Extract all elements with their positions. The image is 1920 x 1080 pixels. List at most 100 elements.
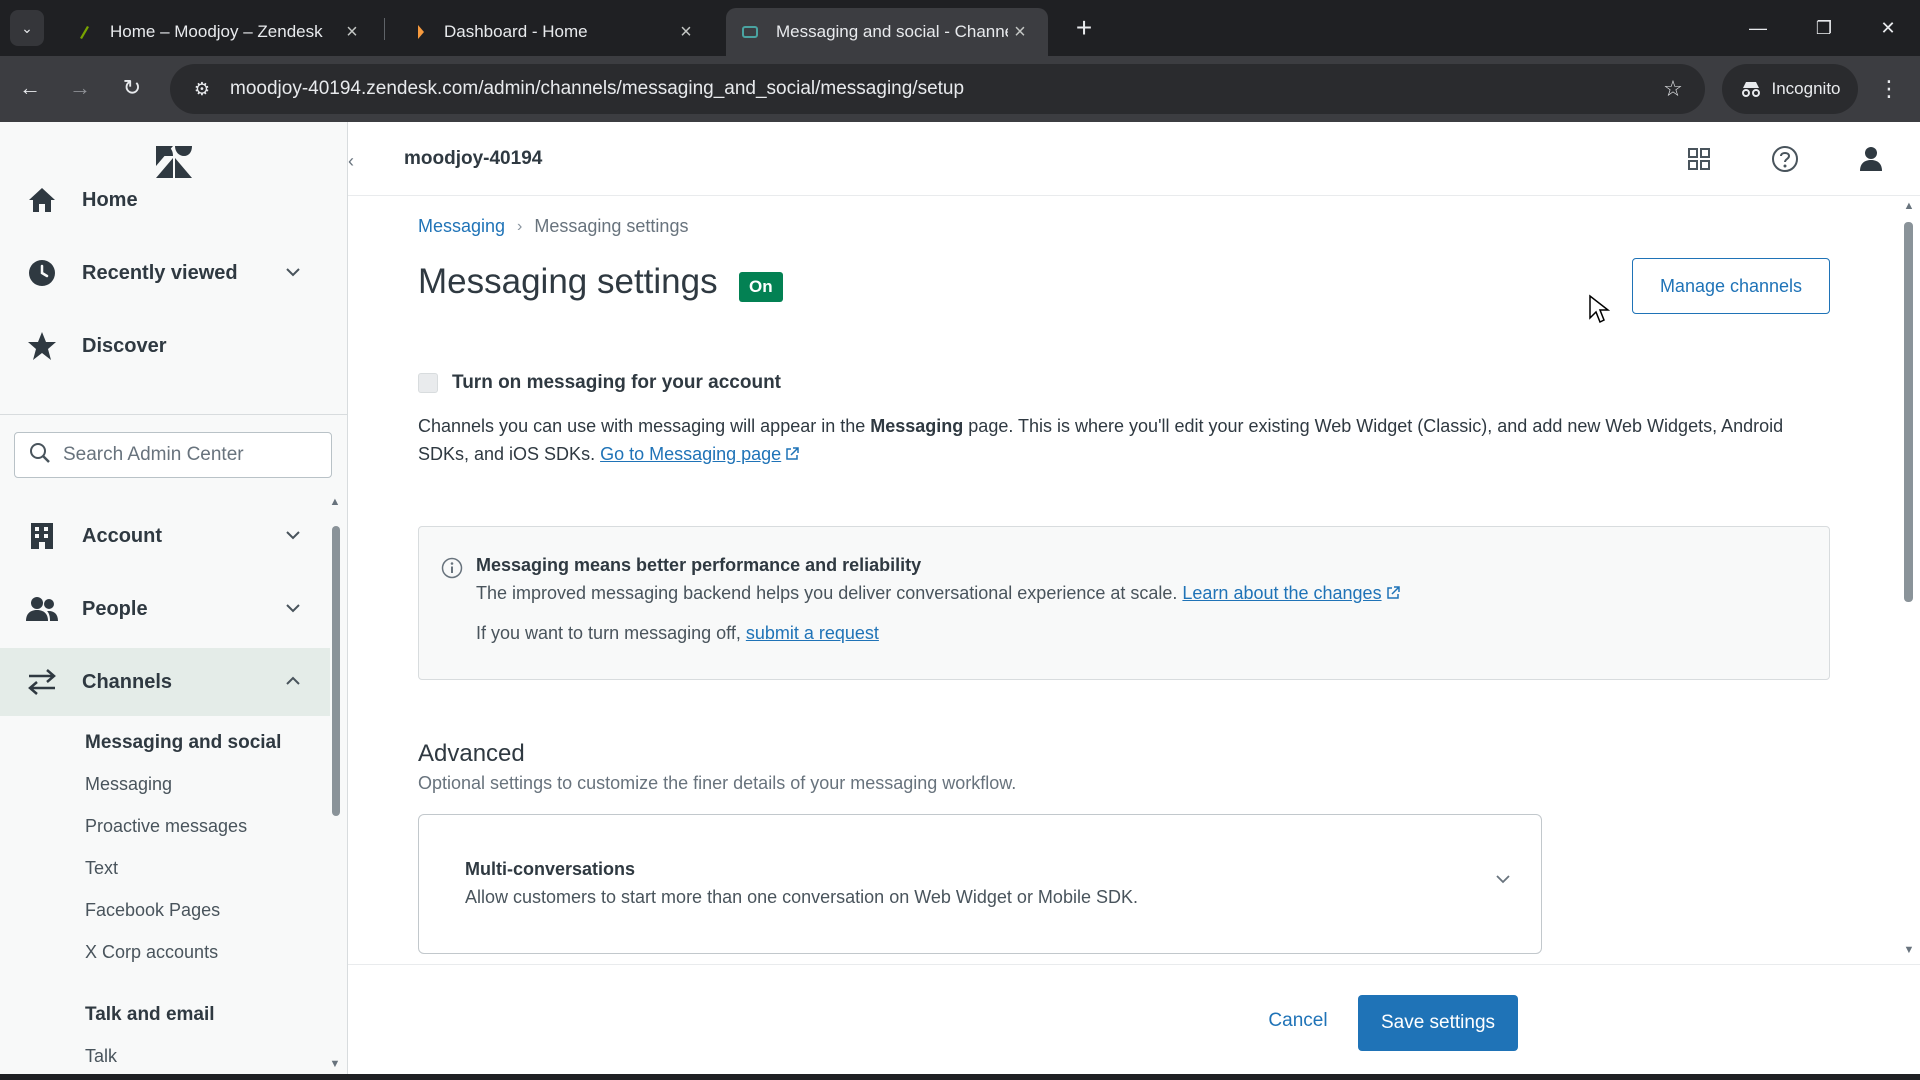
site-settings-icon[interactable]: ⚙ — [182, 79, 222, 100]
nav-label: Recently viewed — [82, 261, 238, 284]
sidebar-item-text[interactable]: Text — [85, 858, 118, 879]
forward-button[interactable]: → — [62, 70, 98, 106]
info-notice: Messaging means better performance and r… — [418, 526, 1830, 680]
account-subdomain: moodjoy-40194 — [404, 148, 543, 169]
products-grid-icon[interactable] — [1684, 144, 1714, 174]
messaging-description: Channels you can use with messaging will… — [418, 412, 1838, 468]
nav-label: People — [82, 597, 148, 620]
people-icon — [26, 593, 58, 625]
chevron-down-icon[interactable] — [1491, 871, 1515, 895]
admin-search-field[interactable] — [14, 432, 332, 478]
user-avatar-icon[interactable] — [1856, 144, 1886, 174]
notice-line-2-text: If you want to turn messaging off, — [476, 623, 746, 643]
chevron-down-icon[interactable] — [278, 264, 308, 282]
main-scrollbar-thumb[interactable] — [1904, 222, 1913, 602]
main-scroll-up-arrow-icon[interactable]: ▲ — [1902, 200, 1916, 214]
save-settings-button[interactable]: Save settings — [1358, 995, 1518, 1051]
tab-search-button[interactable]: ⌄ — [10, 10, 44, 46]
external-link-icon — [1386, 586, 1400, 599]
notice-body: The improved messaging backend helps you… — [476, 583, 1400, 604]
tab-title: Home – Moodjoy – Zendesk — [110, 22, 323, 41]
submit-request-link[interactable]: submit a request — [746, 623, 879, 643]
bookmark-star-icon[interactable]: ☆ — [1653, 76, 1693, 102]
nav-label: Channels — [82, 670, 173, 693]
tab-title: Messaging and social - Channe — [776, 22, 1008, 41]
nav-home[interactable]: Home — [0, 166, 330, 234]
incognito-indicator[interactable]: Incognito — [1722, 64, 1858, 114]
browser-tab-messaging-social[interactable]: Messaging and social - Channe × — [726, 8, 1048, 56]
cancel-button[interactable]: Cancel — [1248, 995, 1348, 1047]
settings-footer: Cancel Save settings — [348, 964, 1920, 1080]
sidebar-item-messaging-and-social[interactable]: Messaging and social — [85, 732, 281, 754]
sidebar-scrollbar-thumb[interactable] — [332, 526, 340, 816]
sidebar-item-proactive-messages[interactable]: Proactive messages — [85, 816, 247, 837]
tab-separator — [384, 18, 385, 40]
mouse-cursor-icon — [1589, 294, 1610, 324]
external-link-icon — [786, 447, 799, 460]
chevron-up-icon[interactable] — [278, 673, 308, 691]
admin-center-favicon-icon — [742, 26, 758, 38]
description-text: Channels you can use with messaging will… — [418, 416, 871, 436]
manage-channels-button[interactable]: Manage channels — [1632, 258, 1830, 314]
main-content: Messaging › Messaging settings Messaging… — [348, 196, 1920, 964]
nav-label: Account — [82, 524, 162, 547]
go-to-messaging-link[interactable]: Go to Messaging page — [600, 444, 781, 464]
learn-about-changes-link[interactable]: Learn about the changes — [1182, 583, 1381, 603]
incognito-label: Incognito — [1771, 79, 1841, 98]
breadcrumb-link-messaging[interactable]: Messaging — [418, 216, 505, 237]
chevron-down-icon[interactable] — [278, 600, 308, 618]
sidebar-item-talk[interactable]: Talk — [85, 1046, 117, 1067]
home-icon — [26, 184, 58, 216]
chevron-down-icon[interactable] — [278, 527, 308, 545]
minimize-window-button[interactable]: — — [1734, 8, 1782, 48]
help-icon[interactable] — [1770, 144, 1800, 174]
window-bottom-edge — [0, 1074, 1920, 1080]
close-window-button[interactable]: ✕ — [1864, 8, 1912, 48]
browser-menu-button[interactable]: ⋮ — [1874, 72, 1904, 106]
messaging-toggle-row: Turn on messaging for your account — [418, 372, 781, 394]
address-bar[interactable]: ⚙ moodjoy-40194.zendesk.com/admin/channe… — [170, 64, 1705, 114]
browser-tabstrip: ⌄ Home – Moodjoy – Zendesk × Dashboard -… — [0, 0, 1920, 56]
restore-window-button[interactable]: ❐ — [1800, 8, 1848, 48]
nav-recently-viewed[interactable]: Recently viewed — [0, 239, 330, 307]
close-tab-icon[interactable]: × — [1008, 21, 1032, 44]
sidebar-item-messaging[interactable]: Messaging — [85, 774, 172, 795]
advanced-section-title: Advanced — [418, 740, 525, 767]
browser-tab-dashboard[interactable]: Dashboard - Home × — [394, 8, 714, 56]
browser-toolbar: ← → ↻ ⚙ moodjoy-40194.zendesk.com/admin/… — [0, 56, 1920, 122]
close-tab-icon[interactable]: × — [674, 21, 698, 44]
sidebar-group-talk-and-email: Talk and email — [85, 1004, 215, 1025]
browser-tab-zendesk-home[interactable]: Home – Moodjoy – Zendesk × — [60, 8, 380, 56]
breadcrumb: Messaging › Messaging settings — [418, 216, 688, 237]
notice-line-2: If you want to turn messaging off, submi… — [476, 623, 879, 644]
scroll-up-arrow-icon[interactable]: ▲ — [328, 496, 342, 510]
back-button[interactable]: ← — [12, 70, 48, 106]
accordion-title: Multi-conversations — [465, 859, 636, 879]
nav-account[interactable]: Account — [0, 502, 330, 570]
advanced-section-description: Optional settings to customize the finer… — [418, 773, 1017, 793]
star-icon — [26, 330, 58, 362]
admin-sidebar: Home Recently viewed Discover Account — [0, 122, 348, 1080]
info-icon — [441, 557, 463, 579]
sidebar-item-x-corp-accounts[interactable]: X Corp accounts — [85, 942, 218, 963]
close-tab-icon[interactable]: × — [340, 21, 364, 44]
messaging-enabled-checkbox[interactable] — [418, 373, 438, 393]
search-input[interactable] — [63, 444, 313, 466]
zendesk-favicon-icon — [80, 26, 89, 39]
nav-label: Discover — [82, 334, 167, 357]
tab-title: Dashboard - Home — [444, 22, 588, 41]
reload-button[interactable]: ↻ — [114, 70, 150, 106]
dashboard-favicon-icon — [418, 25, 424, 39]
collapse-sidebar-button[interactable]: ‹ — [340, 146, 362, 176]
url-text[interactable]: moodjoy-40194.zendesk.com/admin/channels… — [230, 78, 1653, 100]
scroll-down-arrow-icon[interactable]: ▼ — [328, 1058, 342, 1072]
nav-channels[interactable]: Channels — [0, 648, 330, 716]
chevron-right-icon: › — [517, 217, 523, 235]
nav-people[interactable]: People — [0, 575, 330, 643]
sidebar-item-facebook-pages[interactable]: Facebook Pages — [85, 900, 220, 921]
multi-conversations-accordion[interactable]: Multi-conversations Allow customers to s… — [418, 814, 1542, 954]
search-icon — [29, 442, 53, 469]
main-scroll-down-arrow-icon[interactable]: ▼ — [1902, 944, 1916, 958]
nav-discover[interactable]: Discover — [0, 312, 330, 380]
new-tab-button[interactable]: + — [1068, 12, 1100, 44]
